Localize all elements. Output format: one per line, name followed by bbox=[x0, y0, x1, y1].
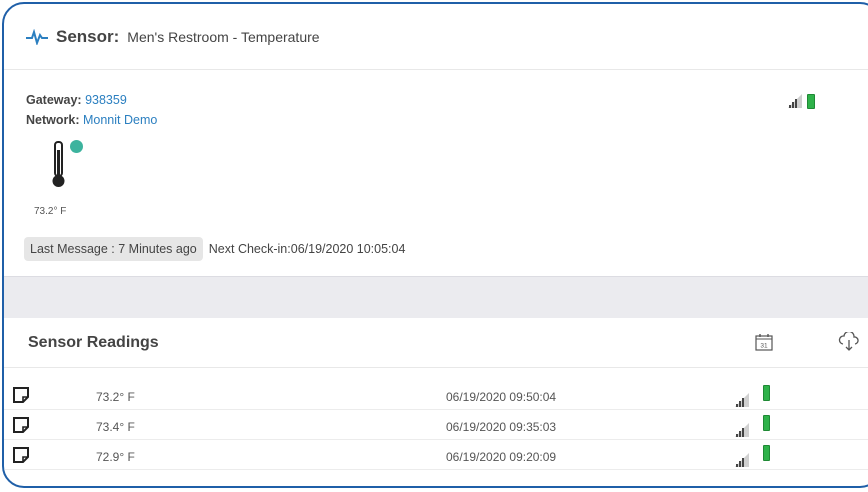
signal-strength-icon bbox=[735, 453, 749, 467]
sensor-header: Sensor: Men's Restroom - Temperature bbox=[4, 4, 868, 70]
calendar-day: 31 bbox=[760, 343, 768, 350]
gateway-link[interactable]: 938359 bbox=[85, 93, 127, 107]
gateway-line: Gateway: 938359 bbox=[26, 90, 157, 110]
current-temperature: 73.2° F bbox=[34, 206, 67, 217]
cloud-download-icon[interactable] bbox=[838, 332, 860, 352]
note-icon[interactable] bbox=[12, 386, 30, 404]
reading-value: 72.9° F bbox=[96, 450, 135, 464]
battery-icon bbox=[763, 445, 770, 461]
sensor-panel: Sensor: Men's Restroom - Temperature Gat… bbox=[2, 2, 868, 488]
reading-date: 06/19/2020 09:35:03 bbox=[446, 420, 557, 434]
note-icon[interactable] bbox=[12, 416, 30, 434]
section-divider bbox=[4, 276, 868, 318]
network-key: Network: bbox=[26, 113, 80, 127]
next-checkin: Next Check-in:06/19/2020 10:05:04 bbox=[208, 242, 406, 256]
gateway-key: Gateway: bbox=[26, 93, 82, 107]
network-line: Network: Monnit Demo bbox=[26, 110, 157, 130]
reading-row[interactable]: 72.9° F 06/19/2020 09:20:09 bbox=[4, 440, 868, 470]
sensor-label: Sensor: bbox=[56, 26, 120, 46]
battery-icon bbox=[807, 94, 815, 109]
pulse-icon bbox=[26, 28, 48, 45]
readings-title: Sensor Readings bbox=[28, 334, 159, 351]
readings-header: Sensor Readings 31 bbox=[4, 318, 868, 368]
battery-icon bbox=[763, 385, 770, 401]
reading-value: 73.2° F bbox=[96, 390, 135, 404]
calendar-icon[interactable]: 31 bbox=[754, 332, 774, 352]
status-indicator bbox=[70, 140, 83, 153]
reading-date: 06/19/2020 09:50:04 bbox=[446, 390, 557, 404]
reading-row[interactable]: 73.4° F 06/19/2020 09:35:03 bbox=[4, 410, 868, 440]
battery-icon bbox=[763, 415, 770, 431]
note-icon[interactable] bbox=[12, 446, 30, 464]
message-status-row: Last Message : 7 Minutes ago Next Check-… bbox=[24, 237, 405, 261]
signal-strength-icon bbox=[735, 393, 749, 407]
signal-strength-icon bbox=[788, 94, 802, 108]
reading-date: 06/19/2020 09:20:09 bbox=[446, 450, 557, 464]
reading-row[interactable]: 73.2° F 06/19/2020 09:50:04 bbox=[4, 380, 868, 410]
reading-value: 73.4° F bbox=[96, 420, 135, 434]
last-message-badge: Last Message : 7 Minutes ago bbox=[24, 237, 203, 261]
signal-strength-icon bbox=[735, 423, 749, 437]
network-link[interactable]: Monnit Demo bbox=[83, 113, 157, 127]
sensor-name: Men's Restroom - Temperature bbox=[127, 28, 320, 45]
sensor-info: Gateway: 938359 Network: Monnit Demo bbox=[26, 90, 157, 130]
